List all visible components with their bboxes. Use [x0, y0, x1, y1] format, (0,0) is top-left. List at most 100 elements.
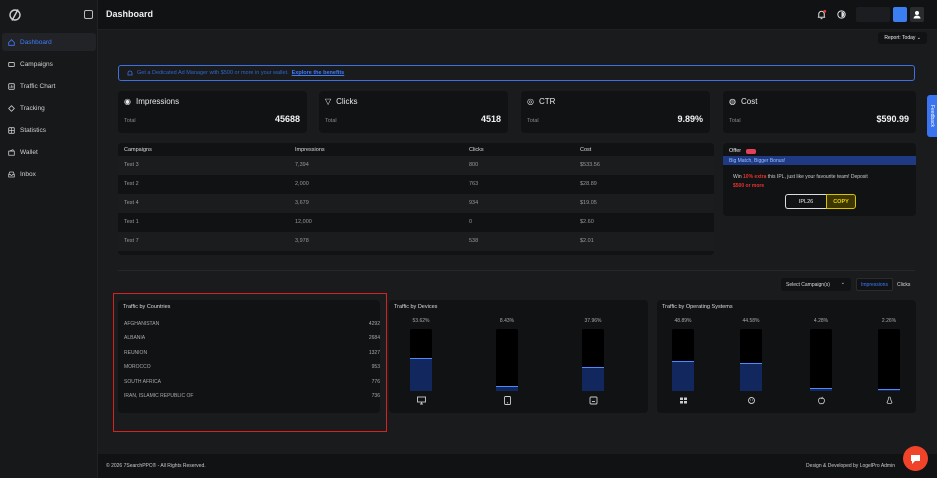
- offer-highlight: 10% extra: [743, 174, 767, 180]
- clicks-card: ▽ Clicks Total 4518: [319, 91, 508, 133]
- sidebar-item-label: Statistics: [20, 126, 47, 134]
- sidebar-item-campaigns[interactable]: Campaigns: [2, 55, 96, 73]
- table-cell: 0: [469, 219, 473, 225]
- promo-banner: Get a Dedicated Ad Manager with $500 or …: [118, 65, 915, 81]
- column-header: Clicks: [469, 147, 484, 153]
- cost-card: ◍ Cost Total $590.99: [723, 91, 916, 133]
- os-percent: 44.58%: [742, 318, 760, 324]
- campaign-select[interactable]: Select Campaign(s) ⌄: [781, 278, 851, 291]
- bell-icon: [127, 70, 133, 76]
- user-name-box[interactable]: [856, 7, 890, 22]
- avatar[interactable]: [910, 7, 924, 22]
- click-icon: ▽: [325, 97, 332, 106]
- offer-title: Offer: [729, 148, 742, 154]
- panel-title: Traffic by Devices: [394, 304, 438, 310]
- sidebar-item-statistics[interactable]: Statistics: [2, 121, 96, 139]
- os-percent: 48.89%: [674, 318, 692, 324]
- offer-amount: $500 or more: [733, 183, 765, 189]
- sidebar-toggle-icon[interactable]: [84, 10, 93, 19]
- wallet-quick-icon[interactable]: [893, 7, 907, 22]
- table-cell: 7,394: [295, 162, 309, 168]
- table-cell: Test 4: [124, 200, 139, 206]
- os-bar-track: [740, 329, 762, 391]
- offer-text: Win 10% extra this IPL, just like your f…: [733, 173, 908, 191]
- footer: © 2026 7SearchPPC® - All Rights Reserved…: [98, 454, 937, 478]
- device-percent: 53.62%: [412, 318, 430, 324]
- os-bar: [878, 389, 900, 391]
- banner-link[interactable]: Explore the benefits: [292, 70, 345, 76]
- table-cell: 763: [469, 181, 479, 187]
- cost-icon: ◍: [729, 97, 736, 106]
- table-cell: Test 7: [124, 238, 139, 244]
- sidebar-item-label: Wallet: [20, 148, 38, 156]
- table-row[interactable]: Test 1 12,000 0 $2.60: [118, 213, 714, 232]
- os-percent: 2.26%: [881, 318, 897, 324]
- table-cell: $19.05: [580, 200, 597, 206]
- table-cell: 3,978: [295, 238, 309, 244]
- feedback-tab[interactable]: Feedback: [927, 95, 937, 137]
- card-sub: Total: [729, 118, 741, 124]
- sidebar-item-label: Traffic Chart: [20, 82, 56, 90]
- table-row[interactable]: Test 3 7,394 800 $533.56: [118, 156, 714, 175]
- card-label: CTR: [538, 97, 556, 106]
- desktop-icon: [417, 396, 426, 405]
- toggle-clicks[interactable]: Clicks: [893, 278, 914, 291]
- impressions-card: ◉ Impressions Total 45688: [118, 91, 307, 133]
- app-root: Dashboard Campaigns Traffic Chart Tracki…: [0, 0, 937, 478]
- column-header: Campaigns: [124, 147, 152, 153]
- table-row[interactable]: Test 2 2,000 763 $28.89: [118, 175, 714, 194]
- sidebar-item-tracking[interactable]: Tracking: [2, 99, 96, 117]
- chat-icon: [911, 455, 920, 464]
- table-cell: Test 3: [124, 162, 139, 168]
- topbar: Dashboard: [84, 0, 937, 30]
- android-icon: [748, 397, 755, 404]
- eye-icon: ◉: [124, 97, 131, 106]
- campaign-table: Campaigns Impressions Clicks Cost Test 3…: [118, 143, 714, 255]
- os-panel: Traffic by Operating Systems 48.89% 44.5…: [657, 300, 916, 413]
- chevron-down-icon: ⌄: [916, 35, 921, 41]
- card-sub: Total: [325, 118, 337, 124]
- card-label: Cost: [740, 97, 758, 106]
- device-bar-track: [496, 329, 518, 391]
- sidebar-item-label: Dashboard: [20, 38, 52, 46]
- report-select[interactable]: Report: Today ⌄: [878, 32, 927, 44]
- notification-bell-icon[interactable]: [816, 9, 827, 20]
- tablet-icon: [504, 396, 511, 405]
- card-label: Clicks: [336, 97, 358, 106]
- table-row[interactable]: Test 4 3,679 934 $19.05: [118, 194, 714, 213]
- device-percent: 37.96%: [584, 318, 602, 324]
- sidebar-item-dashboard[interactable]: Dashboard: [2, 33, 96, 51]
- offer-headline: Big Match, Bigger Bonus!: [723, 156, 916, 165]
- table-row[interactable]: Test 7 3,978 538 $2.01: [118, 232, 714, 251]
- chevron-down-icon: ⌄: [840, 280, 845, 286]
- sidebar-item-label: Campaigns: [20, 60, 53, 68]
- offer-text-a: Win: [733, 174, 742, 180]
- sidebar-item-wallet[interactable]: Wallet: [2, 143, 96, 161]
- highlight-box: [113, 293, 387, 432]
- panel-title: Traffic by Operating Systems: [662, 304, 733, 310]
- card-label: Impressions: [135, 97, 180, 106]
- device-bar-track: [582, 329, 604, 391]
- banner-text: Get a Dedicated Ad Manager with $500 or …: [137, 70, 289, 76]
- copyright: © 2026 7SearchPPC® - All Rights Reserved…: [106, 463, 206, 469]
- copy-button[interactable]: COPY: [826, 194, 856, 209]
- toggle-impressions[interactable]: Impressions: [856, 278, 893, 291]
- card-sub: Total: [527, 118, 539, 124]
- table-cell: 538: [469, 238, 479, 244]
- chat-button[interactable]: [903, 446, 928, 471]
- theme-toggle-icon[interactable]: [836, 9, 847, 20]
- card-sub: Total: [124, 118, 136, 124]
- chart-icon: [2, 82, 20, 90]
- sidebar-item-label: Tracking: [20, 104, 45, 112]
- ctr-icon: ◎: [527, 97, 534, 106]
- sidebar-item-traffic-chart[interactable]: Traffic Chart: [2, 77, 96, 95]
- inbox-icon: [2, 171, 20, 178]
- os-bar-track: [672, 329, 694, 391]
- table-cell: $28.89: [580, 181, 597, 187]
- main-content: Report: Today ⌄ Get a Dedicated Ad Manag…: [98, 30, 937, 454]
- sidebar-item-inbox[interactable]: Inbox: [2, 165, 96, 183]
- table-cell: 3,679: [295, 200, 309, 206]
- sidebar-item-label: Inbox: [20, 170, 36, 178]
- apple-icon: [818, 396, 825, 405]
- table-cell: $2.01: [580, 238, 594, 244]
